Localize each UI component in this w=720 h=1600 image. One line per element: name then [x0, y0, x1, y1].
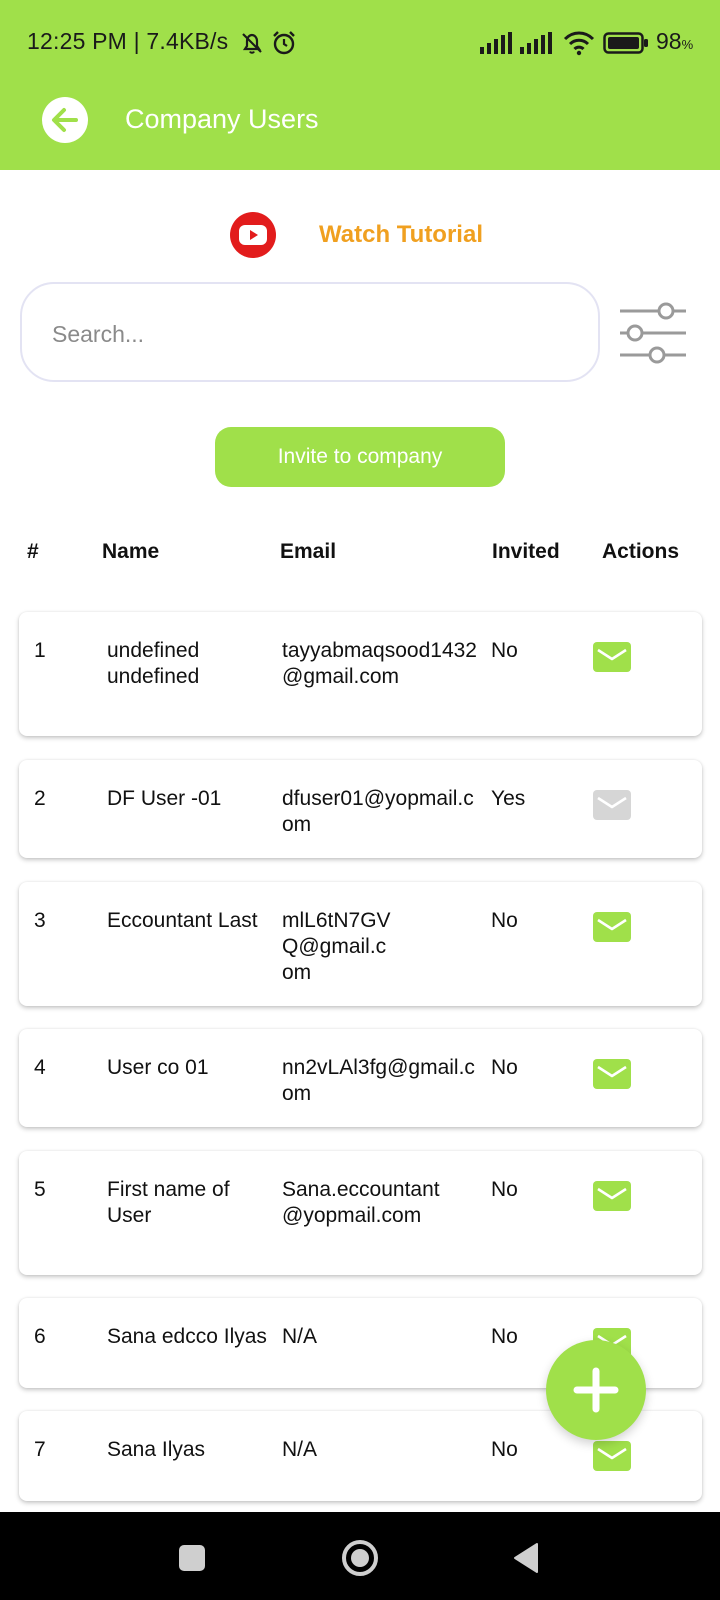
row-email: mlL6tN7GVQ@gmail.com [282, 909, 391, 984]
mail-icon [593, 642, 631, 672]
back-button[interactable] [42, 97, 88, 143]
filter-sliders-icon[interactable] [618, 300, 688, 366]
youtube-icon [230, 212, 276, 258]
table-row: 3 Eccountant Last mlL6tN7GVQ@gmail.com N… [19, 882, 702, 1006]
nav-home-button[interactable] [338, 1536, 382, 1580]
alarm-icon [273, 31, 295, 55]
nav-back-button[interactable] [504, 1536, 548, 1580]
status-bar: 12:25 PM | 7.4KB/s 98% [0, 0, 720, 88]
plus-icon [573, 1367, 619, 1413]
row-name: User co 01 [107, 1056, 209, 1079]
page-title: Company Users [125, 104, 319, 134]
wifi-icon [563, 31, 595, 56]
table-row: 5 First name of User Sana.eccountant@yop… [19, 1151, 702, 1275]
battery-unit: % [681, 37, 694, 52]
row-invited: No [491, 909, 518, 932]
send-invite-button[interactable] [593, 912, 631, 942]
watch-tutorial-label: Watch Tutorial [319, 221, 483, 248]
battery-icon [603, 32, 648, 54]
row-number: 5 [34, 1178, 46, 1201]
column-header-invited: Invited [492, 540, 560, 563]
row-invited: No [491, 1325, 518, 1348]
row-name: Sana edcco Ilyas [107, 1325, 267, 1348]
mail-icon [593, 1441, 631, 1471]
row-invited: No [491, 639, 518, 662]
search-box [20, 282, 600, 382]
app-header: 12:25 PM | 7.4KB/s 98% Company Users [0, 0, 720, 170]
send-invite-button[interactable] [593, 1059, 631, 1089]
row-number: 2 [34, 787, 46, 810]
row-name: undefined undefined [107, 639, 200, 688]
row-email: dfuser01@yopmail.com [282, 787, 474, 836]
table-row: 1 undefined undefined tayyabmaqsood1432@… [19, 612, 702, 736]
row-number: 6 [34, 1325, 46, 1348]
row-email: N/A [282, 1325, 318, 1348]
send-invite-button[interactable] [593, 1181, 631, 1211]
watch-tutorial-link[interactable]: Watch Tutorial [230, 212, 510, 258]
signal-icon-2 [520, 32, 552, 54]
add-user-fab-button[interactable] [546, 1340, 646, 1440]
arrow-left-icon [52, 108, 78, 132]
invite-to-company-button[interactable]: Invite to company [215, 427, 505, 487]
mail-icon [593, 1059, 631, 1089]
home-circle-icon [342, 1540, 378, 1576]
row-invited: No [491, 1438, 518, 1461]
send-invite-button-disabled [593, 790, 631, 820]
signal-icon [480, 32, 512, 54]
row-number: 7 [34, 1438, 46, 1461]
row-invited: No [491, 1056, 518, 1079]
status-time: 12:25 PM | 7.4KB/s [27, 28, 229, 54]
row-number: 3 [34, 909, 46, 932]
row-email: tayyabmaqsood1432@gmail.com [282, 639, 477, 688]
row-invited: Yes [491, 787, 526, 810]
row-name: DF User -01 [107, 787, 222, 810]
system-navigation-bar [0, 1512, 720, 1600]
row-name: Eccountant Last [107, 909, 258, 932]
row-email: nn2vLAl3fg@gmail.com [282, 1056, 475, 1105]
send-invite-button[interactable] [593, 642, 631, 672]
triangle-back-icon [514, 1543, 538, 1573]
table-row: 4 User co 01 nn2vLAl3fg@gmail.com No [19, 1029, 702, 1127]
table-header: # Name Email Invited Actions [0, 540, 720, 570]
battery-value: 98 [656, 28, 682, 54]
column-header-email: Email [280, 540, 337, 563]
table-row: 2 DF User -01 dfuser01@yopmail.com Yes [19, 760, 702, 858]
row-email: Sana.eccountant@yopmail.com [282, 1178, 440, 1227]
mail-icon [593, 1181, 631, 1211]
search-input[interactable] [52, 316, 572, 352]
column-header-actions: Actions [602, 540, 680, 563]
nav-recents-button[interactable] [170, 1536, 214, 1580]
send-invite-button[interactable] [593, 1441, 631, 1471]
square-icon [179, 1545, 205, 1571]
column-header-number: # [27, 540, 39, 563]
column-header-name: Name [102, 540, 160, 563]
row-email: N/A [282, 1438, 318, 1461]
mail-icon [593, 790, 631, 820]
row-name: First name of User [107, 1178, 230, 1227]
mail-icon [593, 912, 631, 942]
row-number: 4 [34, 1056, 46, 1079]
bell-off-icon [242, 33, 262, 54]
row-invited: No [491, 1178, 518, 1201]
row-name: Sana Ilyas [107, 1438, 206, 1461]
row-number: 1 [34, 639, 46, 662]
battery-level: 98% [656, 28, 693, 55]
